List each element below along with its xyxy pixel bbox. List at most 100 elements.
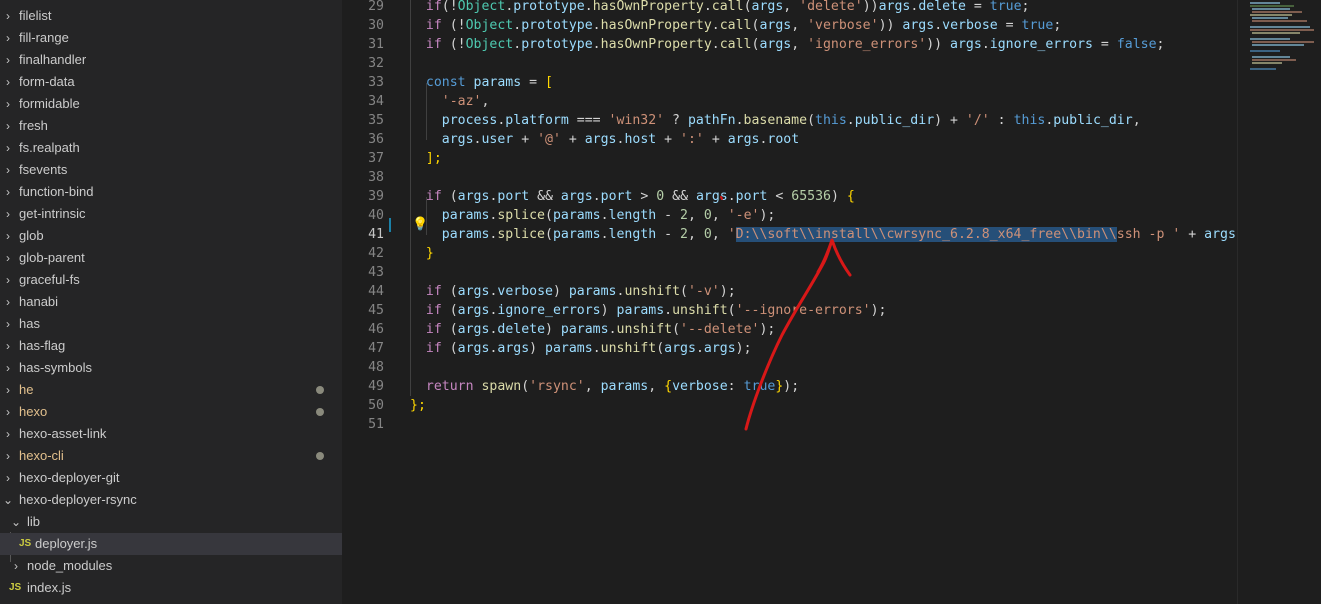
code-line[interactable]: 30 if (!Object.prototype.hasOwnProperty.…: [342, 16, 1237, 35]
gutter-change-marker: [389, 218, 391, 232]
tree-folder-has-symbols[interactable]: › has-symbols: [0, 357, 342, 379]
code-line[interactable]: 29 if(!Object.prototype.hasOwnProperty.c…: [342, 0, 1237, 16]
code-line[interactable]: 46 if (args.delete) params.unshift('--de…: [342, 320, 1237, 339]
code-line[interactable]: 35 process. platform === 'win32' ? pathFn…: [342, 111, 1237, 130]
code-line[interactable]: 36 args.user + '@' + args.host + ':' + a…: [342, 130, 1237, 149]
code-token: prototype: [513, 0, 585, 14]
code-editor[interactable]: 29 if(!Object.prototype.hasOwnProperty.c…: [342, 0, 1237, 604]
tree-folder-graceful-fs[interactable]: › graceful-fs: [0, 269, 342, 291]
code-token: if: [425, 341, 442, 356]
code-token: prototype: [521, 18, 593, 33]
code-token: +: [513, 132, 538, 147]
tree-folder-he[interactable]: › he: [0, 379, 342, 401]
code-line[interactable]: 43: [342, 263, 1237, 282]
code-line[interactable]: 31 if (!Object.prototype.hasOwnProperty.…: [342, 35, 1237, 54]
code-token: args: [457, 189, 490, 204]
tree-folder-glob-parent[interactable]: › glob-parent: [0, 247, 342, 269]
code-line[interactable]: 50};: [342, 396, 1237, 415]
code-token: .: [735, 113, 744, 128]
code-line[interactable]: 32: [342, 54, 1237, 73]
code-line[interactable]: 37 ];: [342, 149, 1237, 168]
code-token: {: [846, 189, 855, 204]
code-line[interactable]: 48: [342, 358, 1237, 377]
tree-file-deployer-js[interactable]: JS deployer.js: [0, 533, 342, 555]
code-token: ,: [481, 94, 490, 109]
tree-folder-filelist[interactable]: › filelist: [0, 5, 342, 27]
tree-folder-glob[interactable]: › glob: [0, 225, 342, 247]
tree-folder-label: form-data: [19, 74, 75, 89]
line-number: 37: [368, 151, 384, 166]
code-token: };: [410, 398, 426, 413]
code-token: basename: [743, 113, 808, 128]
code-token: args: [497, 341, 530, 356]
tree-folder-finalhandler[interactable]: › finalhandler: [0, 49, 342, 71]
code-token: ': [727, 227, 736, 242]
code-token: (: [545, 227, 553, 242]
chevron-right-icon: ›: [6, 251, 10, 265]
lightbulb-icon[interactable]: 💡: [412, 216, 428, 232]
code-line[interactable]: 34 '-az',: [342, 92, 1237, 111]
tree-folder-fresh[interactable]: › fresh: [0, 115, 342, 137]
code-line[interactable]: 47 if (args.args) params.unshift(args.ar…: [342, 339, 1237, 358]
code-token: args: [457, 322, 490, 337]
tree-folder-label: fresh: [19, 118, 48, 133]
tree-folder-hexo-asset-link[interactable]: › hexo-asset-link: [0, 423, 342, 445]
code-token: ':': [680, 132, 704, 147]
code-line[interactable]: 49 return spawn('rsync', params, {verbos…: [342, 377, 1237, 396]
line-number: 45: [368, 303, 384, 318]
tree-folder-hanabi[interactable]: › hanabi: [0, 291, 342, 313]
code-token: +: [560, 132, 585, 147]
tree-folder-label: fs.realpath: [19, 140, 80, 155]
code-text: process.platform === 'win32' ? pathFn.ba…: [410, 111, 1141, 130]
code-token: ,: [711, 227, 728, 242]
code-token: args: [664, 341, 696, 356]
tree-folder-fs-realpath[interactable]: › fs.realpath: [0, 137, 342, 159]
code-token: Object: [465, 37, 514, 52]
code-token: Object: [457, 0, 506, 14]
tree-folder-fsevents[interactable]: › fsevents: [0, 159, 342, 181]
code-line[interactable]: 45 if (args.ignore_errors) params.unshif…: [342, 301, 1237, 320]
tree-folder-hexo[interactable]: › hexo: [0, 401, 342, 423]
code-token: .: [600, 208, 609, 223]
code-token: unshift: [616, 322, 673, 337]
tree-folder-lib[interactable]: ⌄ lib: [0, 511, 342, 533]
tree-folder-formidable[interactable]: › formidable: [0, 93, 342, 115]
code-line[interactable]: 39 if (args.port && args.port > 0 && arg…: [342, 187, 1237, 206]
code-token: -: [656, 208, 681, 223]
tree-folder-hexo-deployer-rsync[interactable]: ⌄ hexo-deployer-rsync: [0, 489, 342, 511]
tree-folder-has[interactable]: › has: [0, 313, 342, 335]
tree-folder-hexo-cli[interactable]: › hexo-cli: [0, 445, 342, 467]
tree-folder-form-data[interactable]: › form-data: [0, 71, 342, 93]
line-number: 35: [368, 113, 384, 128]
code-line[interactable]: 44 if (args.verbose) params.unshift('-v'…: [342, 282, 1237, 301]
code-text: if (args.ignore_errors) params.unshift('…: [410, 301, 887, 320]
tree-folder-get-intrinsic[interactable]: › get-intrinsic: [0, 203, 342, 225]
code-token: :: [989, 113, 1014, 128]
code-text: if (args.verbose) params.unshift('-v');: [410, 282, 736, 301]
code-line[interactable]: 40 params.splice(params.length - 2, 0, '…: [342, 206, 1237, 225]
line-number: 42: [368, 246, 384, 261]
code-line[interactable]: 33 const params = [: [342, 73, 1237, 92]
code-line[interactable]: 42 }: [342, 244, 1237, 263]
code-line[interactable]: 51: [342, 415, 1237, 434]
tree-file-index-js[interactable]: JS index.js: [0, 577, 342, 599]
tree-folder-hexo-deployer-git[interactable]: › hexo-deployer-git: [0, 467, 342, 489]
tree-folder-fill-range[interactable]: › fill-range: [0, 27, 342, 49]
code-token: spawn: [481, 379, 522, 394]
code-token: ,: [687, 227, 704, 242]
minimap[interactable]: [1237, 0, 1321, 604]
selected-text[interactable]: D:\\soft\\install\\cwrsync_6.2.8_x64_fre…: [735, 227, 1117, 242]
code-line[interactable]: 38: [342, 168, 1237, 187]
tree-folder-node-modules[interactable]: › node_modules: [0, 555, 342, 577]
chevron-right-icon: ›: [6, 295, 10, 309]
code-token: public_dir: [854, 113, 935, 128]
tree-folder-has-flag[interactable]: › has-flag: [0, 335, 342, 357]
minimap-line: [1252, 20, 1307, 22]
code-token: delete: [918, 0, 966, 14]
code-token: ,: [648, 379, 665, 394]
code-token: this: [815, 113, 847, 128]
tree-folder-function-bind[interactable]: › function-bind: [0, 181, 342, 203]
code-line[interactable]: 41 params.splice(params.length - 2, 0, '…: [342, 225, 1237, 244]
code-token: if: [425, 18, 442, 33]
code-token: (: [441, 284, 458, 299]
